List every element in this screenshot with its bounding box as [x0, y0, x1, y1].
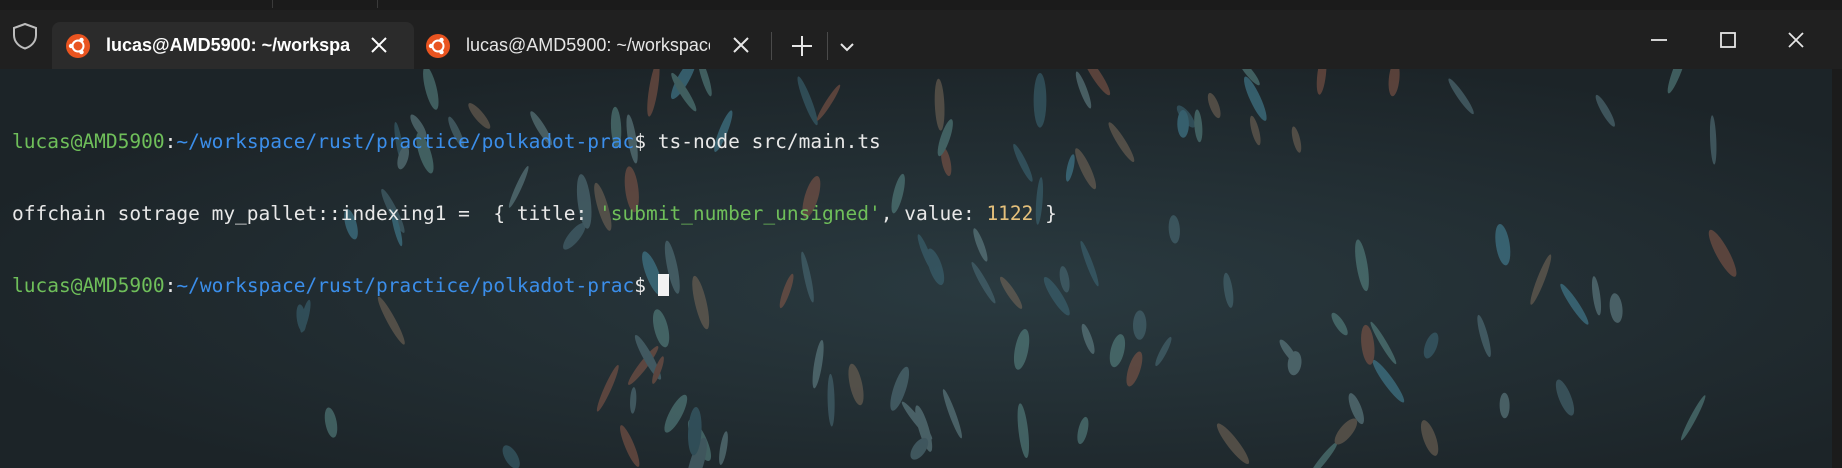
background-window-edge: [0, 0, 1842, 10]
close-icon[interactable]: [730, 34, 752, 56]
prompt-user: lucas@AMD5900: [12, 274, 165, 297]
scrollbar-track[interactable]: [1832, 69, 1842, 468]
prompt-colon: :: [164, 274, 177, 297]
output-string: 'submit_number_unsigned': [599, 202, 881, 225]
output-number: 1122: [986, 202, 1034, 225]
maximize-icon[interactable]: [1716, 28, 1740, 52]
terminal-line: lucas@AMD5900:~/workspace/rust/practice/…: [12, 130, 1057, 154]
prompt-symbol: $: [634, 274, 658, 297]
terminal-pane[interactable]: lucas@AMD5900:~/workspace/rust/practice/…: [0, 69, 1832, 468]
prompt-colon: :: [164, 130, 177, 153]
shield-icon[interactable]: [10, 21, 40, 51]
plus-icon[interactable]: [789, 33, 815, 59]
tab-separator: [827, 32, 828, 60]
terminal-line: lucas@AMD5900:~/workspace/rust/practice/…: [12, 274, 1057, 298]
tab-active[interactable]: lucas@AMD5900: ~/workspace: [52, 22, 414, 69]
prompt-user: lucas@AMD5900: [12, 130, 165, 153]
prompt-path: ~/workspace/rust/practice/polkadot-prac: [176, 274, 635, 297]
text-cursor: [657, 274, 669, 296]
close-icon[interactable]: [1784, 28, 1808, 52]
output-prefix: offchain sotrage my_pallet::indexing1 = …: [12, 202, 599, 225]
tab-inactive[interactable]: lucas@AMD5900: ~/workspace: [414, 22, 762, 69]
command-text: ts-node src/main.ts: [657, 130, 881, 153]
output-suffix: }: [1033, 202, 1057, 225]
minimize-icon[interactable]: [1647, 28, 1671, 52]
output-middle: , value:: [880, 202, 987, 225]
background-window-segment: [272, 0, 378, 8]
chevron-down-icon[interactable]: [836, 36, 858, 58]
ubuntu-icon: [66, 33, 90, 58]
tab-separator: [771, 32, 772, 60]
ubuntu-icon: [426, 33, 450, 58]
terminal-window: lucas@AMD5900: ~/workspace lucas@AMD5900…: [0, 0, 1842, 468]
terminal-line: offchain sotrage my_pallet::indexing1 = …: [12, 202, 1057, 226]
prompt-symbol: $: [634, 130, 658, 153]
tab-label: lucas@AMD5900: ~/workspace: [466, 35, 710, 55]
terminal-output: lucas@AMD5900:~/workspace/rust/practice/…: [12, 82, 1057, 346]
prompt-path: ~/workspace/rust/practice/polkadot-prac: [176, 130, 635, 153]
close-icon[interactable]: [368, 34, 390, 56]
tab-label: lucas@AMD5900: ~/workspace: [106, 35, 350, 55]
